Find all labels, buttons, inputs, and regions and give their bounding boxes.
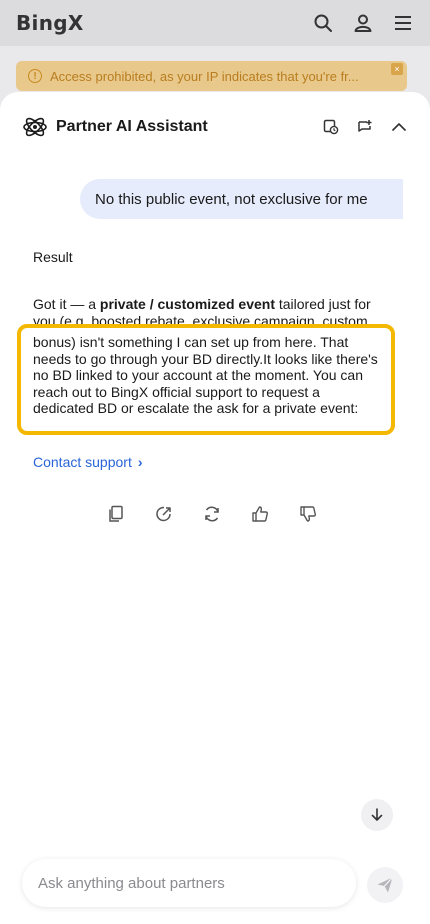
header-actions bbox=[312, 12, 414, 34]
highlighted-answer-box: bonus) isn't something I can set up from… bbox=[17, 324, 395, 435]
chat-input[interactable] bbox=[38, 874, 340, 892]
result-label: Result bbox=[33, 249, 73, 265]
bingx-logo[interactable]: BingX bbox=[16, 11, 84, 35]
menu-icon[interactable] bbox=[392, 12, 414, 34]
warning-text: Access prohibited, as your IP indicates … bbox=[50, 68, 359, 84]
new-chat-icon[interactable] bbox=[356, 118, 374, 136]
copy-icon[interactable] bbox=[106, 504, 126, 524]
collapse-chevron-icon[interactable] bbox=[390, 118, 408, 136]
assistant-header-actions bbox=[322, 118, 408, 136]
user-icon[interactable] bbox=[352, 12, 374, 34]
thumbs-down-icon[interactable] bbox=[298, 504, 318, 524]
history-icon[interactable] bbox=[322, 118, 340, 136]
app-header: BingX bbox=[0, 0, 430, 46]
assistant-title: Partner AI Assistant bbox=[56, 118, 208, 135]
send-button[interactable] bbox=[367, 867, 403, 903]
thumbs-up-icon[interactable] bbox=[250, 504, 270, 524]
share-icon[interactable] bbox=[154, 504, 174, 524]
search-icon[interactable] bbox=[312, 12, 334, 34]
assistant-header: Partner AI Assistant bbox=[0, 110, 430, 144]
assistant-sheet: Partner AI Assistant No this public even… bbox=[0, 92, 430, 924]
atom-logo-icon bbox=[22, 114, 48, 140]
answer-prefix: Got it — a bbox=[33, 296, 100, 312]
contact-support-link[interactable]: Contact support › bbox=[33, 454, 143, 470]
scroll-to-bottom-button[interactable] bbox=[361, 799, 393, 831]
ip-warning-banner: ! Access prohibited, as your IP indicate… bbox=[16, 61, 407, 91]
chevron-right-icon: › bbox=[137, 454, 143, 470]
arrow-down-icon bbox=[371, 808, 383, 821]
regenerate-icon[interactable] bbox=[202, 504, 222, 524]
send-icon bbox=[377, 877, 393, 893]
message-actions bbox=[106, 504, 318, 524]
contact-support-label: Contact support bbox=[33, 454, 132, 470]
warning-icon: ! bbox=[28, 69, 42, 83]
chat-input-container bbox=[22, 859, 356, 907]
close-icon[interactable]: × bbox=[391, 63, 403, 75]
user-message-bubble: No this public event, not exclusive for … bbox=[80, 179, 403, 219]
answer-bold: private / customized event bbox=[99, 296, 275, 312]
